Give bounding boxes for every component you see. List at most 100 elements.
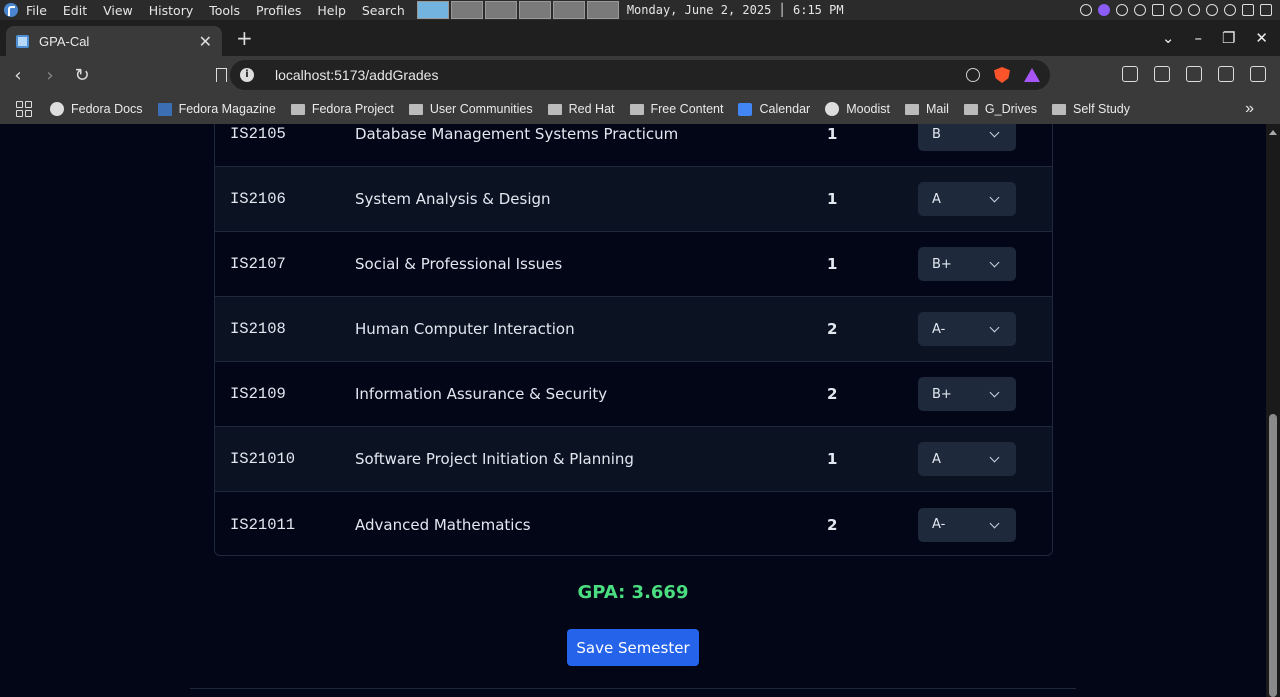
wifi-icon[interactable]: [1224, 4, 1236, 16]
grade-select[interactable]: A: [918, 442, 1016, 476]
new-tab-icon[interactable]: +: [236, 26, 253, 50]
workspace-1[interactable]: [416, 1, 449, 19]
grade-value: B+: [932, 386, 952, 402]
divider: [190, 688, 1076, 689]
menu-history[interactable]: History: [149, 3, 193, 18]
bookmark-item[interactable]: Fedora Docs: [50, 102, 143, 116]
tab-gpa-cal[interactable]: GPA-Cal ✕: [6, 26, 222, 56]
chevron-down-icon: [989, 257, 1000, 268]
minimize-icon[interactable]: –: [1194, 29, 1202, 47]
share-icon[interactable]: [966, 68, 980, 82]
site-info-icon[interactable]: i: [240, 68, 254, 82]
extensions-icon[interactable]: [1122, 66, 1138, 82]
menu-help[interactable]: Help: [317, 3, 346, 18]
telegram-icon[interactable]: [1116, 4, 1128, 16]
grade-select[interactable]: B+: [918, 377, 1016, 411]
bookmark-icon[interactable]: [216, 68, 227, 82]
bookmark-item[interactable]: Red Hat: [547, 102, 615, 116]
brave-shields-icon[interactable]: [994, 67, 1010, 83]
back-icon[interactable]: ‹: [4, 65, 32, 86]
menu-view[interactable]: View: [103, 3, 133, 18]
table-row: IS21011 Advanced Mathematics 2 A-: [215, 492, 1052, 555]
weather-icon[interactable]: [1080, 4, 1092, 16]
maximize-icon[interactable]: ❐: [1222, 29, 1235, 47]
folder-icon: [1052, 103, 1066, 115]
menu-profiles[interactable]: Profiles: [256, 3, 301, 18]
menu-edit[interactable]: Edit: [63, 3, 87, 18]
scrollbar-thumb[interactable]: [1269, 414, 1277, 697]
course-credits: 1: [827, 190, 838, 208]
proton-icon[interactable]: [1098, 4, 1110, 16]
shield-icon[interactable]: [1206, 4, 1218, 16]
forward-icon[interactable]: ›: [36, 65, 64, 86]
address-bar[interactable]: i localhost:5173/addGrades: [230, 60, 1050, 90]
close-icon[interactable]: ✕: [199, 32, 212, 51]
grade-select[interactable]: A: [918, 182, 1016, 216]
calendar-icon: [738, 102, 753, 116]
bookmark-label: Self Study: [1073, 102, 1130, 116]
fm-icon: [157, 102, 172, 116]
workspace-6[interactable]: [586, 1, 619, 19]
clipboard-icon[interactable]: [1152, 4, 1164, 16]
brave-rewards-icon[interactable]: [1024, 68, 1040, 82]
course-name: Advanced Mathematics: [355, 515, 531, 534]
leo-ai-icon[interactable]: [1218, 66, 1234, 82]
bookmark-item[interactable]: User Communities: [408, 102, 533, 116]
tab-list-chevron-icon[interactable]: ⌄: [1162, 29, 1175, 47]
system-tray: [1080, 4, 1280, 16]
courses-table: IS2105 Database Management Systems Practi…: [214, 124, 1053, 556]
grade-value: A: [932, 451, 941, 467]
bookmark-item[interactable]: Calendar: [738, 102, 810, 116]
url-text[interactable]: localhost:5173/addGrades: [275, 67, 438, 83]
bookmark-item[interactable]: G_Drives: [963, 102, 1037, 116]
bookmark-item[interactable]: Mail: [904, 102, 949, 116]
chevron-down-icon[interactable]: [1260, 4, 1272, 16]
tab-title: GPA-Cal: [39, 33, 90, 49]
table-row: IS2108 Human Computer Interaction 2 A-: [215, 297, 1052, 362]
window-close-icon[interactable]: ✕: [1255, 29, 1268, 47]
bookmark-item[interactable]: Moodist: [825, 102, 890, 116]
course-code: IS21010: [230, 450, 296, 468]
menu-search[interactable]: Search: [362, 3, 405, 18]
vpn-icon[interactable]: [1134, 4, 1146, 16]
grade-select[interactable]: B: [918, 124, 1016, 151]
grade-select[interactable]: B+: [918, 247, 1016, 281]
battery-icon[interactable]: [1242, 4, 1254, 16]
menu-file[interactable]: File: [26, 3, 47, 18]
workspace-4[interactable]: [518, 1, 551, 19]
table-row: IS21010 Software Project Initiation & Pla…: [215, 427, 1052, 492]
course-credits: 2: [827, 515, 838, 534]
fedora-logo-icon[interactable]: [4, 3, 18, 17]
chevron-down-icon: [989, 387, 1000, 398]
bookmarks-overflow-icon[interactable]: »: [1245, 100, 1254, 118]
scroll-up-icon[interactable]: [1269, 130, 1277, 135]
globe-icon: [825, 102, 840, 116]
bookmark-label: Fedora Docs: [71, 102, 143, 116]
course-name: Information Assurance & Security: [355, 385, 608, 403]
bookmark-label: Fedora Project: [311, 102, 394, 116]
folder-icon: [963, 103, 978, 115]
bookmark-item[interactable]: Fedora Magazine: [157, 102, 276, 116]
volume-icon[interactable]: [1170, 4, 1182, 16]
wallet-icon[interactable]: [1186, 66, 1202, 82]
bookmark-item[interactable]: Free Content: [629, 102, 723, 116]
bookmark-item[interactable]: Self Study: [1052, 102, 1130, 116]
workspace-2[interactable]: [450, 1, 483, 19]
menu-icon[interactable]: [1250, 66, 1266, 82]
bookmark-item[interactable]: Fedora Project: [290, 102, 394, 116]
os-top-bar: File Edit View History Tools Profiles He…: [0, 0, 1280, 20]
grade-select[interactable]: A-: [918, 312, 1016, 346]
grade-select[interactable]: A-: [918, 507, 1016, 542]
folder-icon: [290, 103, 305, 115]
reload-icon[interactable]: ↻: [68, 65, 96, 86]
menu-tools[interactable]: Tools: [209, 3, 240, 18]
workspace-3[interactable]: [484, 1, 517, 19]
apps-grid-icon[interactable]: [16, 101, 32, 117]
save-semester-button[interactable]: Save Semester: [567, 629, 699, 666]
course-name: Software Project Initiation & Planning: [355, 450, 634, 468]
workspace-5[interactable]: [552, 1, 585, 19]
bookmark-label: Calendar: [759, 102, 811, 116]
sidebar-icon[interactable]: [1154, 66, 1170, 82]
bluetooth-icon[interactable]: [1188, 4, 1200, 16]
bookmark-label: User Communities: [429, 102, 533, 116]
